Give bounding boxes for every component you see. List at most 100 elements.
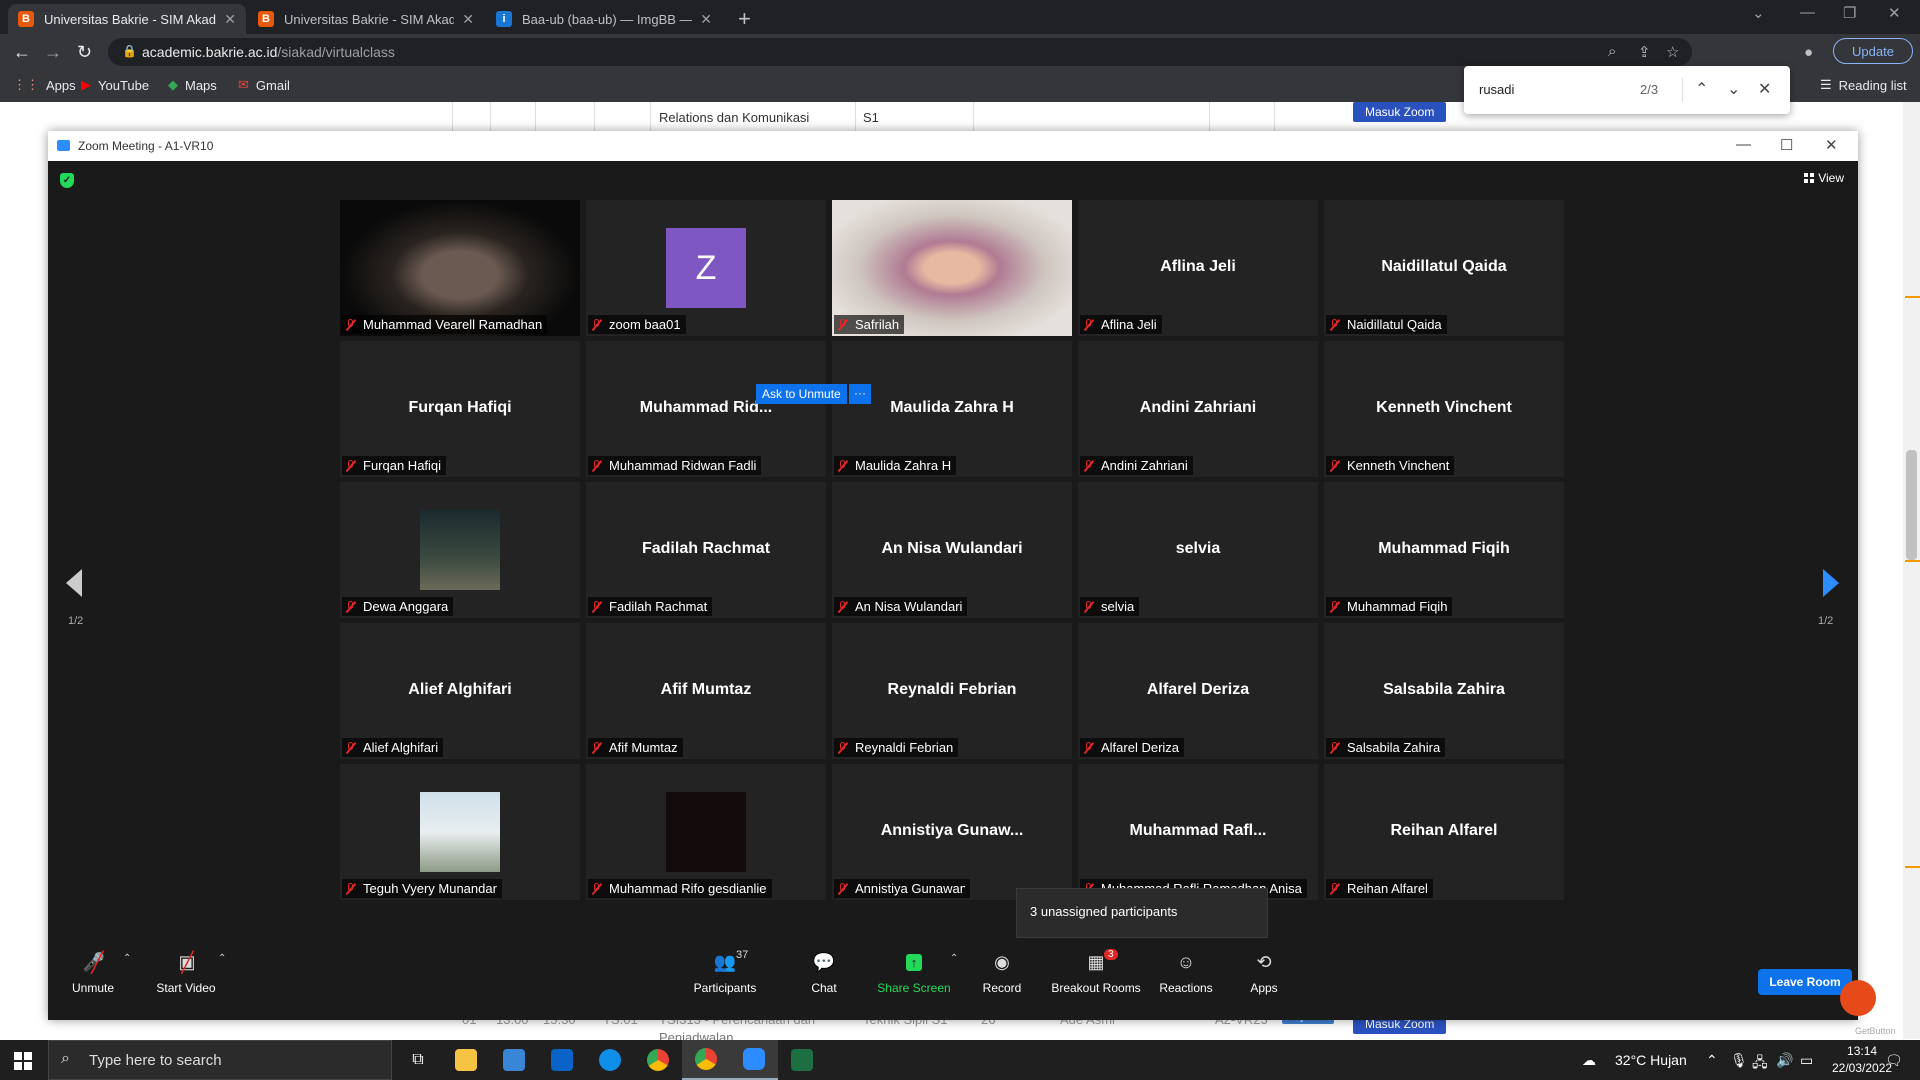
excel-icon[interactable] [778, 1040, 826, 1080]
participant-tile[interactable]: Fadilah Rachmat Fadilah Rachmat [586, 482, 826, 618]
address-bar[interactable]: 🔒 academic.bakrie.ac.id/siakad/virtualcl… [108, 38, 1692, 66]
breakout-rooms-button[interactable]: ▦ Breakout Rooms [1046, 947, 1146, 996]
share-screen-button[interactable]: ↑ Share Screen [868, 947, 960, 995]
find-icon[interactable]: ⌕ [1608, 43, 1616, 60]
previous-page-arrow-icon[interactable] [66, 569, 82, 597]
task-view-icon[interactable]: ⧉ [394, 1040, 442, 1080]
participant-tile[interactable]: Alief Alghifari Alief Alghifari [340, 623, 580, 759]
find-previous-icon[interactable]: ⌃ [1695, 79, 1708, 99]
participant-tile[interactable]: Muhammad Fiqih Muhammad Fiqih [1324, 482, 1564, 618]
microsoft-store-icon[interactable] [490, 1040, 538, 1080]
notifications-icon[interactable]: 🗨 [1885, 1052, 1903, 1069]
participant-tile[interactable]: Aflina Jeli Aflina Jeli [1078, 200, 1318, 336]
participant-tile[interactable]: Muhammad Rid... Muhammad Ridwan Fadli [586, 341, 826, 477]
close-window-icon[interactable]: ✕ [1888, 4, 1901, 22]
bookmark-star-icon[interactable]: ☆ [1666, 43, 1679, 61]
network-icon[interactable]: 🖧 [1752, 1052, 1768, 1076]
zoom-minimize-icon[interactable]: — [1736, 136, 1751, 153]
update-button[interactable]: Update [1833, 38, 1913, 64]
find-input[interactable]: rusadi [1479, 82, 1514, 97]
zoom-app-icon[interactable] [730, 1040, 778, 1080]
bookmark-youtube[interactable]: ▶ YouTube [81, 77, 149, 93]
bookmark-gmail[interactable]: ✉ Gmail [238, 77, 290, 93]
taskbar-search-box[interactable]: ⌕ Type here to search [48, 1040, 392, 1080]
share-options-caret-icon[interactable]: ⌃ [950, 953, 958, 964]
participant-tile[interactable]: Naidillatul Qaida Naidillatul Qaida [1324, 200, 1564, 336]
reload-icon[interactable]: ↻ [77, 42, 92, 63]
participant-tile[interactable]: Muhammad Vearell Ramadhan [340, 200, 580, 336]
weather-text[interactable]: 32°C Hujan [1615, 1052, 1687, 1068]
participant-tile[interactable]: Dewa Anggara [340, 482, 580, 618]
participant-more-button[interactable]: ··· [849, 384, 871, 404]
masuk-zoom-button[interactable]: Masuk Zoom [1353, 102, 1447, 122]
encryption-shield-icon[interactable]: ✓ [60, 173, 74, 188]
participant-tile[interactable]: Muhammad Rifo gesdianlie [586, 764, 826, 900]
find-close-icon[interactable]: ✕ [1758, 79, 1771, 99]
tab-search-icon[interactable]: ⌄ [1752, 4, 1765, 22]
taskbar-clock[interactable]: 13:14 22/03/2022 [1832, 1043, 1892, 1077]
close-tab-icon[interactable]: ✕ [224, 11, 236, 28]
bookmark-apps[interactable]: ⋮⋮ Apps [13, 77, 76, 93]
reading-list-button[interactable]: ☰ Reading list [1820, 77, 1907, 93]
microphone-tray-icon[interactable]: 🎙 [1730, 1052, 1748, 1069]
participant-tile[interactable]: selvia selvia [1078, 482, 1318, 618]
audio-options-caret-icon[interactable]: ⌃ [123, 953, 131, 964]
zoom-maximize-icon[interactable]: ☐ [1780, 136, 1793, 154]
participants-button[interactable]: 👥 Participants [680, 947, 770, 996]
unmute-button[interactable]: 🎤 ╱ Unmute [53, 947, 133, 996]
restore-icon[interactable]: ❐ [1843, 4, 1856, 22]
participant-tile[interactable]: Afif Mumtaz Afif Mumtaz [586, 623, 826, 759]
video-options-caret-icon[interactable]: ⌃ [218, 953, 226, 964]
participant-tile[interactable]: Kenneth Vinchent Kenneth Vinchent [1324, 341, 1564, 477]
apps-button[interactable]: ⟲ Apps [1224, 947, 1304, 996]
start-video-button[interactable]: ▣ ╱ Start Video [146, 947, 226, 996]
participant-tile[interactable]: Reynaldi Febrian Reynaldi Febrian [832, 623, 1072, 759]
new-tab-icon[interactable]: + [738, 6, 751, 32]
windows-start-icon[interactable] [14, 1052, 32, 1070]
browser-tab-1[interactable]: B Universitas Bakrie - SIM Akadem ✕ [8, 4, 246, 34]
close-tab-icon[interactable]: ✕ [462, 11, 474, 28]
volume-icon[interactable]: 🔊 [1776, 1052, 1793, 1069]
weather-cloud-icon[interactable]: ☁ [1582, 1052, 1596, 1069]
participant-tile[interactable]: Muhammad Rafl...Muhammad Rafli Ramadhan … [1078, 764, 1318, 900]
chrome-profile-icon[interactable] [682, 1040, 730, 1080]
participant-tile[interactable]: Safrilah [832, 200, 1072, 336]
participant-tile[interactable]: Teguh Vyery Munandar [340, 764, 580, 900]
record-button[interactable]: ◉ Record [962, 947, 1042, 996]
ask-to-unmute-button[interactable]: Ask to Unmute [756, 384, 847, 404]
zoom-close-icon[interactable]: ✕ [1825, 136, 1838, 154]
power-icon[interactable]: ▭ [1800, 1052, 1813, 1069]
tray-overflow-icon[interactable]: ⌃ [1706, 1052, 1718, 1069]
participant-tile[interactable]: Andini Zahriani Andini Zahriani [1078, 341, 1318, 477]
participant-tile[interactable]: Alfarel Deriza Alfarel Deriza [1078, 623, 1318, 759]
getbutton-chat-icon[interactable] [1840, 980, 1876, 1016]
participant-tile[interactable]: Reihan Alfarel Reihan Alfarel [1324, 764, 1564, 900]
mail-icon[interactable] [538, 1040, 586, 1080]
profile-icon[interactable]: ● [1804, 44, 1813, 61]
minimize-icon[interactable]: — [1800, 4, 1815, 21]
teamviewer-icon[interactable] [586, 1040, 634, 1080]
participant-tile[interactable]: Annistiya Gunaw... Annistiya Gunawan [832, 764, 1072, 900]
back-icon[interactable]: ← [13, 42, 31, 63]
find-next-icon[interactable]: ⌄ [1727, 79, 1740, 99]
page-scrollbar[interactable] [1903, 102, 1920, 1039]
close-tab-icon[interactable]: ✕ [700, 11, 712, 28]
forward-icon[interactable]: → [44, 42, 62, 63]
leave-room-button[interactable]: Leave Room [1758, 969, 1852, 995]
chrome-icon[interactable] [634, 1040, 682, 1080]
view-button[interactable]: View [1804, 171, 1844, 185]
participant-tile[interactable]: Salsabila Zahira Salsabila Zahira [1324, 623, 1564, 759]
browser-tab-3[interactable]: i Baa-ub (baa-ub) — ImgBB — Lar ✕ [486, 4, 722, 34]
file-explorer-icon[interactable] [442, 1040, 490, 1080]
participant-tile[interactable]: An Nisa Wulandari An Nisa Wulandari [832, 482, 1072, 618]
next-page-arrow-icon[interactable] [1823, 569, 1839, 597]
share-icon[interactable]: ⇪ [1638, 43, 1651, 61]
bookmark-maps[interactable]: ◆ Maps [168, 77, 217, 93]
participant-tile[interactable]: Maulida Zahra H Maulida Zahra H [832, 341, 1072, 477]
browser-tab-2[interactable]: B Universitas Bakrie - SIM Akadem ✕ [248, 4, 484, 34]
chat-button[interactable]: 💬 Chat [784, 947, 864, 996]
page-scrollbar-thumb[interactable] [1906, 450, 1917, 560]
participant-tile[interactable]: Furqan Hafiqi Furqan Hafiqi [340, 341, 580, 477]
participant-tile[interactable]: Zzoom baa01 [586, 200, 826, 336]
reactions-button[interactable]: ☺ Reactions [1146, 947, 1226, 996]
